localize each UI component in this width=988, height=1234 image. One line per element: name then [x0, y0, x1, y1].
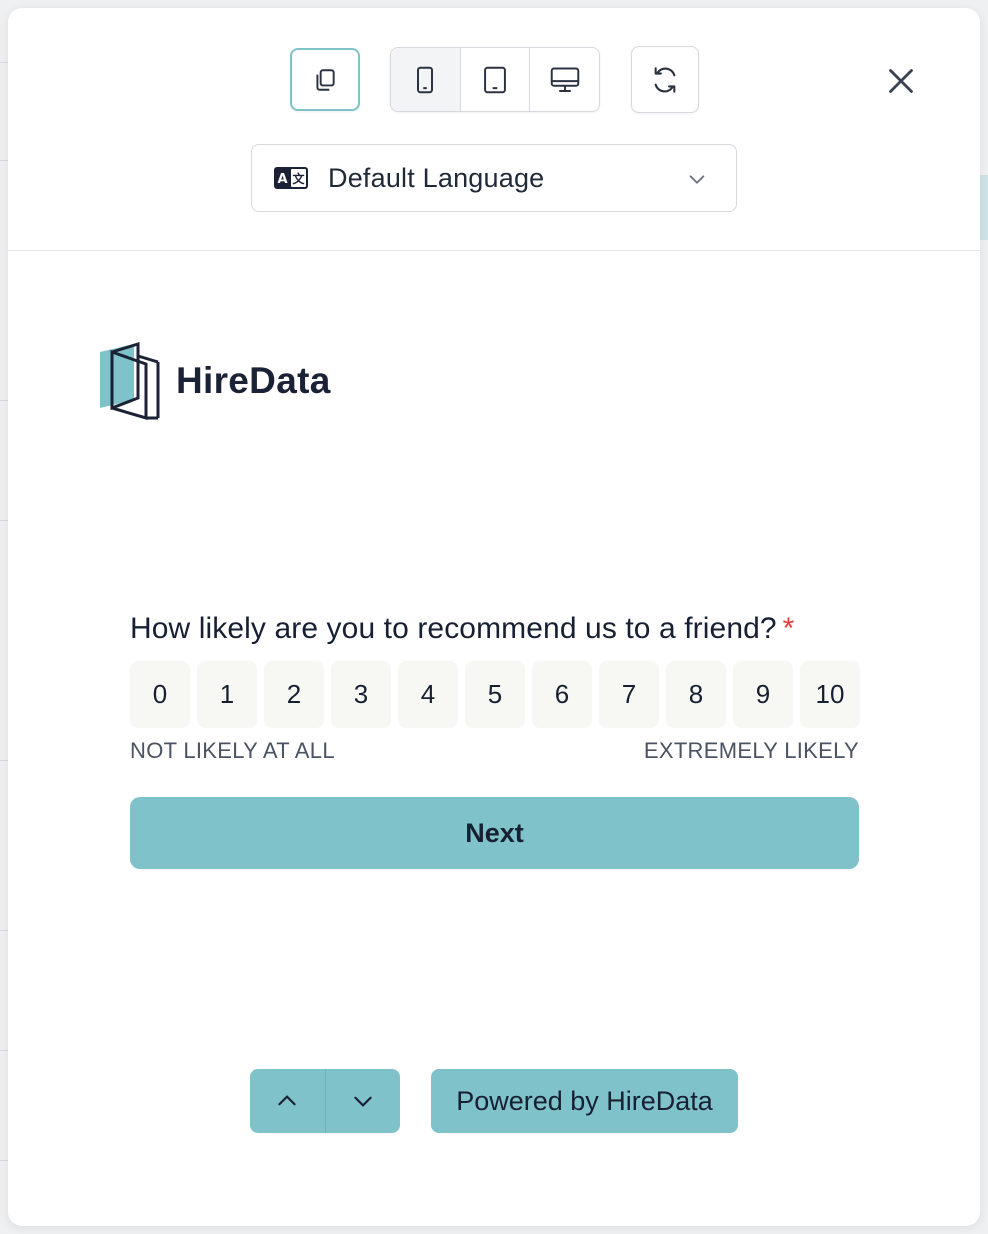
close-icon	[889, 69, 913, 93]
tablet-view-button[interactable]	[461, 48, 531, 111]
phone-view-button[interactable]	[391, 48, 461, 111]
scale-option[interactable]: 3	[331, 661, 391, 728]
question-text: How likely are you to recommend us to a …	[130, 612, 777, 645]
svg-text:A: A	[277, 172, 287, 187]
tablet-icon	[484, 66, 506, 93]
hiredata-logo-icon	[100, 342, 160, 420]
language-select-value: Default Language	[328, 162, 545, 193]
scale-option[interactable]: 10	[800, 661, 860, 728]
refresh-icon	[654, 66, 676, 93]
svg-text:文: 文	[292, 171, 305, 186]
phone-icon	[417, 66, 434, 93]
scale-option[interactable]: 7	[599, 661, 659, 728]
preview-modal: A 文 Default Language HireData How likely…	[8, 8, 980, 1226]
scale-option[interactable]: 0	[130, 661, 190, 728]
previous-question-button[interactable]	[250, 1069, 326, 1133]
scale-option[interactable]: 6	[532, 661, 592, 728]
scale-label-high: EXTREMELY LIKELY	[643, 738, 859, 763]
brand-name: HireData	[176, 360, 331, 401]
next-question-button[interactable]	[326, 1069, 401, 1133]
chevron-down-icon	[354, 1096, 372, 1107]
desktop-view-button[interactable]	[530, 48, 599, 111]
question-title: How likely are you to recommend us to a …	[130, 612, 794, 646]
device-toggle	[390, 47, 600, 112]
brand-logo: HireData	[98, 342, 331, 420]
close-button[interactable]	[880, 60, 922, 102]
question-navigation	[250, 1069, 400, 1133]
scale-option[interactable]: 5	[465, 661, 525, 728]
refresh-button[interactable]	[631, 46, 699, 113]
preview-toolbar: A 文 Default Language	[8, 8, 980, 251]
copy-button[interactable]	[290, 48, 360, 111]
scale-option[interactable]: 2	[264, 661, 324, 728]
language-select[interactable]: A 文 Default Language	[251, 144, 737, 212]
scale-option[interactable]: 4	[398, 661, 458, 728]
translate-icon: A 文	[274, 167, 308, 189]
powered-by-link[interactable]: Powered by HireData	[431, 1069, 738, 1133]
chevron-up-icon	[278, 1095, 296, 1106]
chevron-down-icon	[689, 175, 705, 185]
copy-icon	[316, 68, 335, 91]
scale-option[interactable]: 9	[733, 661, 793, 728]
nps-scale: 0 1 2 3 4 5 6 7 8 9 10	[130, 661, 860, 728]
scale-option[interactable]: 8	[666, 661, 726, 728]
scale-label-low: NOT LIKELY AT ALL	[130, 738, 335, 763]
desktop-icon	[550, 66, 579, 92]
scale-option[interactable]: 1	[197, 661, 257, 728]
next-button[interactable]: Next	[130, 797, 859, 869]
required-marker: *	[782, 612, 795, 645]
